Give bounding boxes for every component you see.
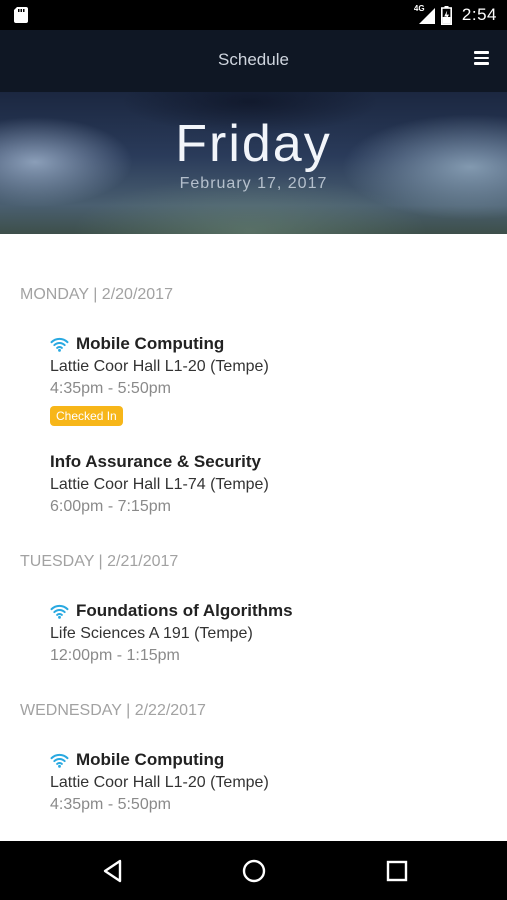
screen: 4G 2:54 Schedule Friday February 17, 201 [0, 0, 507, 900]
class-title-row: Mobile Computing [50, 333, 490, 355]
class-time: 4:35pm - 5:50pm [50, 380, 171, 397]
class-item[interactable]: Info Assurance & Security Lattie Coor Ha… [50, 451, 490, 518]
hero-banner: Friday February 17, 2017 [0, 92, 507, 234]
class-location: Lattie Coor Hall L1-20 (Tempe) [50, 774, 269, 791]
class-location: Life Sciences A 191 (Tempe) [50, 625, 253, 642]
class-time: 4:35pm - 5:50pm [50, 796, 171, 813]
wifi-icon [50, 604, 69, 619]
class-item[interactable]: Mobile Computing Lattie Coor Hall L1-20 … [50, 749, 490, 816]
class-title-row: Foundations of Algorithms [50, 600, 490, 622]
battery-icon [440, 5, 452, 25]
class-title: Mobile Computing [76, 750, 225, 769]
hero-date: February 17, 2017 [179, 175, 328, 192]
hamburger-menu-icon[interactable] [474, 51, 489, 65]
recents-icon[interactable] [384, 858, 410, 884]
back-icon[interactable] [100, 858, 126, 884]
wifi-icon [50, 337, 69, 352]
class-location: Lattie Coor Hall L1-74 (Tempe) [50, 476, 269, 493]
class-time: 12:00pm - 1:15pm [50, 647, 180, 664]
day-header: TUESDAY | 2/21/2017 [20, 553, 179, 570]
class-item[interactable]: Foundations of Algorithms Life Sciences … [50, 600, 490, 667]
home-icon[interactable] [241, 858, 267, 884]
checked-in-badge: Checked In [50, 406, 123, 426]
class-title: Info Assurance & Security [50, 452, 261, 471]
status-icons: 4G 2:54 [414, 0, 497, 30]
class-title: Foundations of Algorithms [76, 601, 293, 620]
class-location: Lattie Coor Hall L1-20 (Tempe) [50, 358, 269, 375]
day-header: WEDNESDAY | 2/22/2017 [20, 702, 206, 719]
class-title-row: Mobile Computing [50, 749, 490, 771]
class-title: Mobile Computing [76, 334, 225, 353]
page-title: Schedule [218, 50, 289, 69]
class-item[interactable]: Mobile Computing Lattie Coor Hall L1-20 … [50, 333, 490, 426]
hero-day: Friday [175, 115, 332, 173]
day-header: MONDAY | 2/20/2017 [20, 286, 173, 303]
signal-icon: 4G [414, 4, 435, 24]
sd-card-icon [14, 7, 28, 28]
clock: 2:54 [461, 5, 497, 24]
status-bar: 4G 2:54 [0, 0, 507, 30]
wifi-icon [50, 753, 69, 768]
app-bar: Schedule [0, 30, 507, 92]
class-title-row: Info Assurance & Security [50, 451, 490, 473]
class-time: 6:00pm - 7:15pm [50, 498, 171, 515]
navigation-bar [0, 841, 507, 900]
